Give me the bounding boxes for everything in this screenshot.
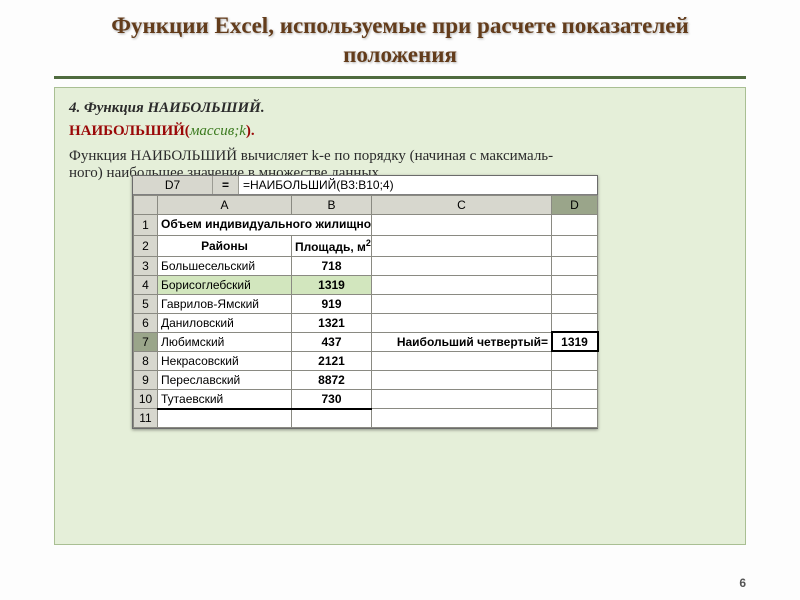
page-number: 6 — [739, 576, 746, 590]
cell-B[interactable]: 1319 — [292, 275, 372, 294]
excel-screenshot: D7 = =НАИБОЛЬШИЙ(B3:B10;4) A B C D 1 Объ… — [132, 175, 598, 429]
cell-A[interactable]: Любимский — [158, 332, 292, 351]
table-row[interactable]: 10Тутаевский730 — [134, 389, 598, 409]
hdr-A[interactable]: Районы — [158, 235, 292, 256]
table-row[interactable]: 1 Объем индивидуального жилищного строит… — [134, 215, 598, 236]
equals-label: = — [213, 176, 239, 194]
cell-D[interactable] — [552, 389, 598, 409]
cell-B[interactable]: 8872 — [292, 370, 372, 389]
cell-A[interactable]: Гаврилов-Ямский — [158, 294, 292, 313]
name-box[interactable]: D7 — [133, 176, 213, 194]
cell-D[interactable] — [552, 313, 598, 332]
cell-A[interactable]: Борисоглебский — [158, 275, 292, 294]
divider — [54, 76, 746, 79]
slide-title: Функции Excel, используемые при расчете … — [54, 12, 746, 70]
table-row[interactable]: 3Большесельский718 — [134, 256, 598, 275]
table-row[interactable]: 11 — [134, 409, 598, 428]
cell-C[interactable] — [372, 313, 552, 332]
cell-D[interactable] — [552, 294, 598, 313]
cell-C[interactable] — [372, 256, 552, 275]
cell-D[interactable] — [552, 351, 598, 370]
col-A[interactable]: A — [158, 196, 292, 215]
cell-B[interactable]: 730 — [292, 389, 372, 409]
cell-C[interactable] — [372, 389, 552, 409]
cell-B[interactable]: 718 — [292, 256, 372, 275]
cell-D[interactable] — [552, 370, 598, 389]
table-title-cell[interactable]: Объем индивидуального жилищного строител… — [158, 215, 372, 236]
formula-input[interactable]: =НАИБОЛЬШИЙ(B3:B10;4) — [239, 176, 597, 194]
cell-A[interactable]: Даниловский — [158, 313, 292, 332]
col-D[interactable]: D — [552, 196, 598, 215]
cell-A[interactable]: Тутаевский — [158, 389, 292, 409]
spreadsheet-grid[interactable]: A B C D 1 Объем индивидуального жилищног… — [133, 195, 598, 428]
cell-A[interactable]: Большесельский — [158, 256, 292, 275]
cell-A[interactable]: Некрасовский — [158, 351, 292, 370]
cell-C[interactable] — [372, 294, 552, 313]
cell-C[interactable]: Наибольший четвертый= — [372, 332, 552, 351]
cell-D[interactable] — [552, 256, 598, 275]
section-heading: 4. Функция НАИБОЛЬШИЙ. — [69, 100, 731, 117]
cell-C[interactable] — [372, 275, 552, 294]
cell-B[interactable]: 437 — [292, 332, 372, 351]
table-row[interactable]: 6Даниловский1321 — [134, 313, 598, 332]
table-row[interactable]: 5Гаврилов-Ямский919 — [134, 294, 598, 313]
cell-B[interactable]: 919 — [292, 294, 372, 313]
cell-B[interactable]: 1321 — [292, 313, 372, 332]
table-row[interactable]: 8Некрасовский2121 — [134, 351, 598, 370]
cell-D[interactable] — [552, 275, 598, 294]
table-row[interactable]: 7Любимский437Наибольший четвертый=1319 — [134, 332, 598, 351]
formula-bar: D7 = =НАИБОЛЬШИЙ(B3:B10;4) — [133, 176, 597, 195]
col-B[interactable]: B — [292, 196, 372, 215]
cell-A[interactable]: Переславский — [158, 370, 292, 389]
cell-D[interactable]: 1319 — [552, 332, 598, 351]
hdr-B[interactable]: Площадь, м2 — [292, 235, 372, 256]
table-row[interactable]: 4Борисоглебский1319 — [134, 275, 598, 294]
syntax-line: НАИБОЛЬШИЙ(массив;k). — [69, 123, 731, 140]
column-headers[interactable]: A B C D — [134, 196, 598, 215]
table-row[interactable]: 9Переславский8872 — [134, 370, 598, 389]
cell-C[interactable] — [372, 351, 552, 370]
cell-C[interactable] — [372, 370, 552, 389]
col-C[interactable]: C — [372, 196, 552, 215]
table-row[interactable]: 2 Районы Площадь, м2 — [134, 235, 598, 256]
cell-B[interactable]: 2121 — [292, 351, 372, 370]
